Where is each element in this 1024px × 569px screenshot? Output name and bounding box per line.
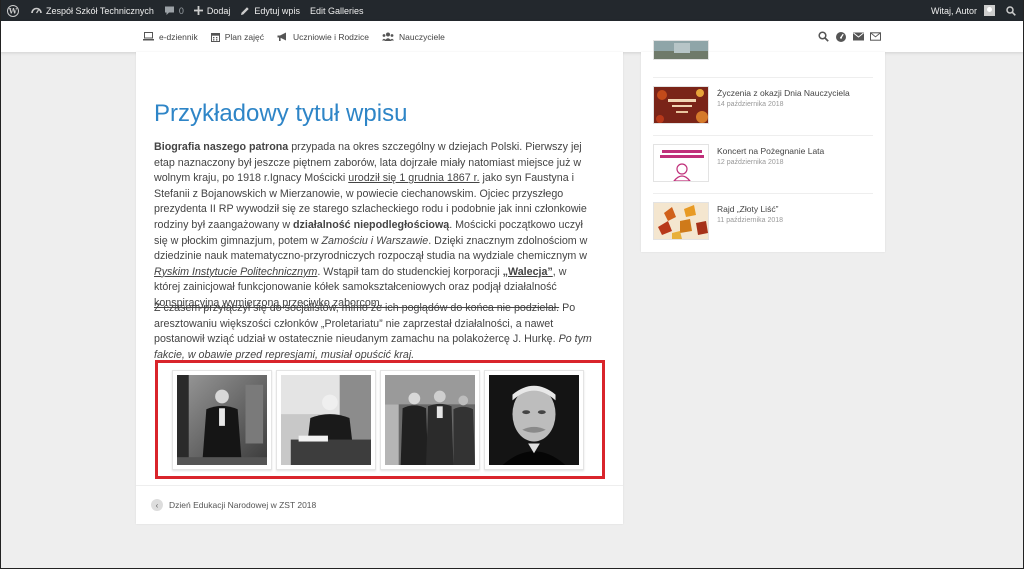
page-title: Przykładowy tytuł wpisu [154, 100, 408, 127]
search-icon[interactable] [818, 31, 829, 42]
site-name-link[interactable]: Zespół Szkół Technicznych [26, 0, 159, 21]
calendar-icon [210, 32, 220, 42]
post-thumbnail [653, 40, 709, 60]
nav-label-nauczyciele: Nauczyciele [399, 31, 445, 42]
post-date: 11 października 2018 [717, 217, 784, 224]
recent-posts-widget: Życzenia z okazji Dnia Nauczyciela 14 pa… [641, 40, 885, 252]
recent-post-item[interactable] [653, 40, 873, 78]
chevron-left-icon: ‹ [151, 499, 163, 511]
gallery-image-4[interactable] [484, 370, 584, 470]
gallery-image-1[interactable] [172, 370, 272, 470]
nav-label-plan-zajec: Plan zajęć [224, 31, 264, 42]
dashboard-icon [31, 7, 42, 14]
post-date: 12 października 2018 [717, 159, 784, 166]
avatar [984, 5, 995, 16]
post-title[interactable]: Koncert na Pożegnanie Lata [717, 146, 824, 156]
text: . Wstąpił tam do studenckiej korporacji [317, 265, 503, 278]
nav-item-plan-zajec[interactable]: Plan zajęć [210, 31, 264, 42]
add-label: Dodaj [206, 5, 231, 16]
search-icon [1006, 5, 1016, 16]
laptop-icon [143, 32, 154, 41]
gallery-highlight [155, 360, 605, 479]
edit-galleries-label: Edit Galleries [309, 5, 364, 16]
edit-post-link[interactable]: Edytuj wpis [235, 0, 305, 21]
wordpress-icon: W [7, 4, 19, 17]
envelope-icon[interactable] [853, 32, 864, 41]
post-thumbnail [653, 202, 709, 240]
nav-label-e-dziennik: e-dziennik [159, 31, 198, 42]
post-title[interactable]: Życzenia z okazji Dnia Nauczyciela [717, 88, 850, 98]
pencil-icon [241, 6, 250, 15]
add-new-link[interactable]: Dodaj [189, 0, 236, 21]
bold-text: działalność niepodległościową [293, 218, 450, 231]
admin-search-button[interactable] [1000, 0, 1024, 21]
nav-item-nauczyciele[interactable]: Nauczyciele [382, 32, 445, 42]
post-thumbnail [653, 86, 709, 124]
recent-post-item[interactable]: Koncert na Pożegnanie Lata 12 październi… [653, 136, 873, 194]
my-account-link[interactable]: Witaj, Autor [926, 0, 1000, 21]
recent-post-item[interactable]: Rajd „Złoty Liść” 11 października 2018 [653, 194, 873, 252]
strikethrough-text: Z czasem przyłączył się do socjalistów, … [154, 302, 560, 314]
post-card: Przykładowy tytuł wpisu Biografia naszeg… [136, 52, 623, 524]
walecja-link[interactable]: „Walecja” [503, 266, 553, 278]
svg-text:W: W [8, 6, 18, 15]
post-paragraph-2: Z czasem przyłączył się do socjalistów, … [154, 301, 594, 363]
comments-link[interactable]: 0 [159, 0, 189, 21]
edit-post-label: Edytuj wpis [254, 5, 300, 16]
post-paragraph-1: Biografia naszego patrona przypada na ok… [154, 140, 594, 312]
previous-post-link[interactable]: ‹ Dzień Edukacji Narodowej w ZST 2018 [151, 499, 316, 511]
gallery-image-2[interactable] [276, 370, 376, 470]
nav-label-uczniowie-i-rodzice: Uczniowie i Rodzice [292, 31, 370, 42]
wordpress-logo-button[interactable]: W [0, 0, 26, 21]
post-navigation: ‹ Dzień Edukacji Narodowej w ZST 2018 [136, 485, 623, 524]
plus-icon [193, 6, 203, 15]
previous-post-title: Dzień Edukacji Narodowej w ZST 2018 [169, 500, 317, 510]
comments-count: 0 [178, 5, 184, 16]
dashboard-icon[interactable] [835, 31, 847, 42]
italic-text: Zamościu i Warszawie [321, 234, 429, 247]
post-date: 14 października 2018 [717, 101, 784, 108]
comment-icon [164, 6, 174, 15]
italic-link[interactable]: Ryskim Instytucie Politechnicznym [154, 266, 317, 278]
gallery-image-3[interactable] [380, 370, 480, 470]
edit-galleries-link[interactable]: Edit Galleries [305, 0, 369, 21]
underlined-text: urodził się 1 grudnia 1867 r. [348, 172, 480, 185]
nav-item-uczniowie-i-rodzice[interactable]: Uczniowie i Rodzice [277, 32, 369, 42]
greeting-label: Witaj, Autor [930, 5, 977, 16]
admin-bar: W Zespół Szkół Technicznych 0 Dodaj Edyt… [0, 0, 1024, 21]
nav-item-e-dziennik[interactable]: e-dziennik [143, 32, 198, 42]
bold-text: Biografia naszego patrona [154, 141, 289, 153]
envelope-outline-icon[interactable] [870, 32, 881, 41]
site-name-label: Zespół Szkół Technicznych [46, 5, 154, 16]
post-thumbnail [653, 144, 709, 182]
recent-post-item[interactable]: Życzenia z okazji Dnia Nauczyciela 14 pa… [653, 78, 873, 136]
post-title[interactable]: Rajd „Złoty Liść” [717, 204, 778, 214]
megaphone-icon [277, 32, 286, 41]
users-icon [382, 32, 395, 41]
